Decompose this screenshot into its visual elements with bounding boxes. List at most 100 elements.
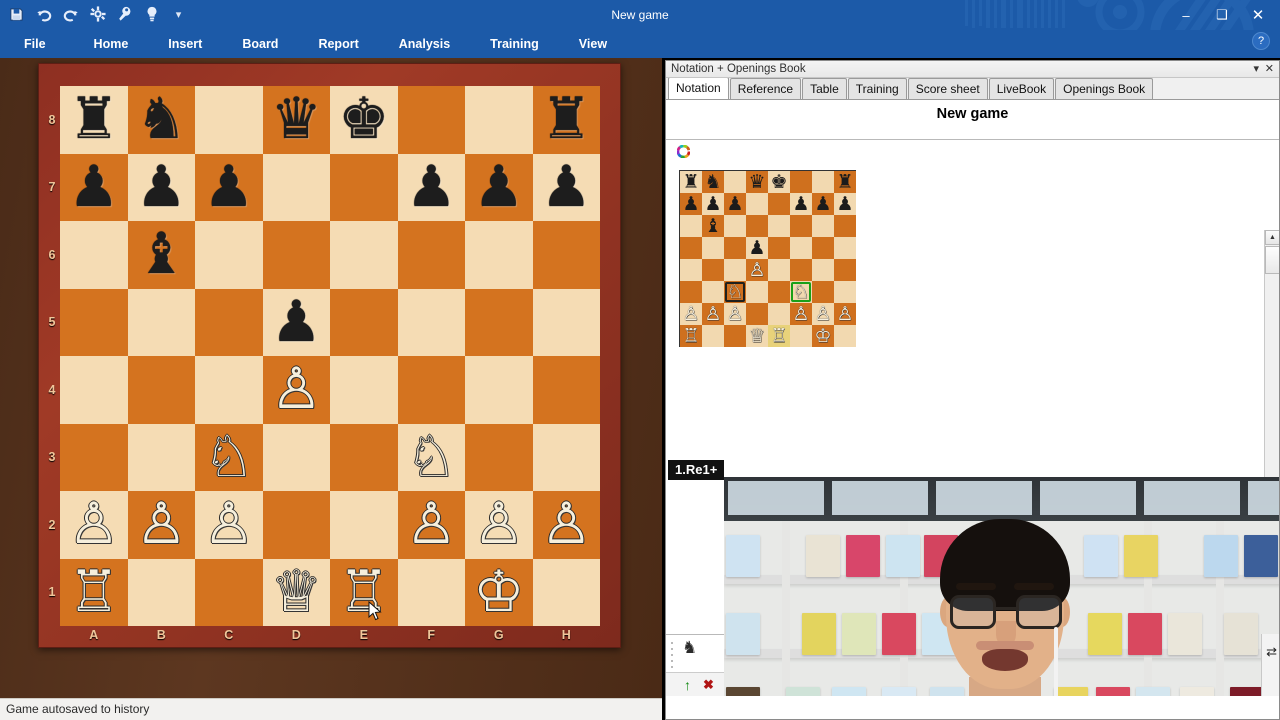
minimize-button[interactable]: – <box>1168 2 1204 28</box>
move-annotation-badge[interactable]: 1.Re1+ <box>668 460 725 480</box>
mini-square-g5[interactable] <box>812 237 834 259</box>
mini-square-b3[interactable] <box>702 281 724 303</box>
mini-square-b8[interactable]: ♞ <box>702 171 724 193</box>
board-square-g7[interactable]: ♟ <box>465 153 533 221</box>
mini-square-e2[interactable] <box>768 303 790 325</box>
piece-P-g2[interactable]: ♙ <box>473 496 524 553</box>
board-square-d7[interactable] <box>262 153 330 221</box>
promote-variation-icon[interactable]: ↑ <box>684 677 691 693</box>
board-square-e7[interactable] <box>330 153 398 221</box>
mini-square-e7[interactable] <box>768 193 790 215</box>
piece-r-h8[interactable]: ♜ <box>836 173 853 192</box>
board-square-d5[interactable]: ♟ <box>262 288 330 356</box>
chevron-down-icon[interactable]: ▾ <box>170 6 187 23</box>
piece-P-g2[interactable]: ♙ <box>814 305 831 324</box>
piece-R-a1[interactable]: ♖ <box>68 563 119 621</box>
swap-icon[interactable]: ⇄ <box>1266 644 1277 660</box>
mini-square-g6[interactable] <box>812 215 834 237</box>
board-square-b6[interactable]: ♝ <box>127 221 195 289</box>
mini-square-f2[interactable]: ♙ <box>790 303 812 325</box>
mini-square-e6[interactable] <box>768 215 790 237</box>
piece-k-e8[interactable]: ♚ <box>770 173 787 192</box>
tab-livebook[interactable]: LiveBook <box>988 78 1055 99</box>
tab-reference[interactable]: Reference <box>729 78 802 99</box>
ribbon-tab-insert[interactable]: Insert <box>160 30 210 58</box>
mini-square-e5[interactable] <box>768 237 790 259</box>
mini-square-h7[interactable]: ♟ <box>834 193 856 215</box>
ribbon-tab-file[interactable]: File <box>16 30 54 58</box>
piece-b-b6[interactable]: ♝ <box>136 226 187 283</box>
mini-square-e4[interactable] <box>768 259 790 281</box>
piece-Q-d1[interactable]: ♕ <box>271 563 322 621</box>
board-square-a8[interactable]: ♜ <box>60 86 128 154</box>
board-square-a2[interactable]: ♙ <box>60 491 128 559</box>
mini-square-b6[interactable]: ♝ <box>702 215 724 237</box>
piece-p-d5[interactable]: ♟ <box>271 293 322 351</box>
piece-k-e8[interactable]: ♚ <box>338 91 389 148</box>
mini-square-d8[interactable]: ♛ <box>746 171 768 193</box>
board-square-b4[interactable] <box>127 356 195 424</box>
piece-q-d8[interactable]: ♛ <box>748 173 765 192</box>
board-square-h3[interactable] <box>532 423 600 491</box>
board-square-a7[interactable]: ♟ <box>60 153 128 221</box>
mini-square-g1[interactable]: ♔ <box>812 325 834 347</box>
piece-P-d4[interactable]: ♙ <box>748 261 765 280</box>
piece-p-g7[interactable]: ♟ <box>473 158 524 216</box>
board-square-a5[interactable] <box>60 288 128 356</box>
board-square-g6[interactable] <box>465 221 533 289</box>
mini-square-b7[interactable]: ♟ <box>702 193 724 215</box>
mini-square-g7[interactable]: ♟ <box>812 193 834 215</box>
piece-p-c7[interactable]: ♟ <box>726 195 743 214</box>
mini-square-d5[interactable]: ♟ <box>746 237 768 259</box>
piece-p-f7[interactable]: ♟ <box>406 158 457 216</box>
mini-square-a2[interactable]: ♙ <box>680 303 702 325</box>
board-square-e3[interactable] <box>330 423 398 491</box>
scroll-up-arrow-icon[interactable]: ▲ <box>1265 230 1279 245</box>
mini-square-e8[interactable]: ♚ <box>768 171 790 193</box>
notation-content[interactable]: ♜ ♞ ♛ ♚ ♜ ♟ ♟ ♟ ♟ ♟ ♟ ♝ ♟ ♙ ♘ ♘ ♙ ♙ ♙ ♙ ♙ ♙ ♖ ♕ ♖ ♔ 1.Re1+ <box>666 140 1279 696</box>
board-square-h7[interactable]: ♟ <box>532 153 600 221</box>
ribbon-tab-view[interactable]: View <box>571 30 615 58</box>
webcam-video-overlay[interactable] <box>724 477 1279 696</box>
mini-square-f3[interactable]: ♘ <box>790 281 812 303</box>
board-square-f3[interactable]: ♘ <box>397 423 465 491</box>
board-square-g4[interactable] <box>465 356 533 424</box>
tab-table[interactable]: Table <box>802 78 847 99</box>
mini-square-h5[interactable] <box>834 237 856 259</box>
piece-R-a1[interactable]: ♖ <box>682 327 699 346</box>
board-square-h4[interactable] <box>532 356 600 424</box>
board-square-a3[interactable] <box>60 423 128 491</box>
mini-square-c6[interactable] <box>724 215 746 237</box>
mini-square-b4[interactable] <box>702 259 724 281</box>
mini-square-c8[interactable] <box>724 171 746 193</box>
piece-n-b8[interactable]: ♞ <box>136 91 187 148</box>
tab-training[interactable]: Training <box>847 78 907 99</box>
mini-square-d7[interactable] <box>746 193 768 215</box>
board-square-g5[interactable] <box>465 288 533 356</box>
mini-square-d2[interactable] <box>746 303 768 325</box>
piece-p-c7[interactable]: ♟ <box>203 158 254 216</box>
mini-square-a1[interactable]: ♖ <box>680 325 702 347</box>
board-square-c2[interactable]: ♙ <box>195 491 263 559</box>
board-square-d1[interactable]: ♕ <box>262 558 330 626</box>
mini-square-b2[interactable]: ♙ <box>702 303 724 325</box>
board-square-h2[interactable]: ♙ <box>532 491 600 559</box>
redo-icon[interactable] <box>62 6 79 23</box>
mini-square-h1[interactable] <box>834 325 856 347</box>
mini-square-a7[interactable]: ♟ <box>680 193 702 215</box>
mini-square-g2[interactable]: ♙ <box>812 303 834 325</box>
piece-P-f2[interactable]: ♙ <box>406 496 457 553</box>
piece-R-e1[interactable]: ♖ <box>770 327 787 346</box>
knight-icon[interactable]: ♞ <box>682 638 697 658</box>
board-square-c1[interactable] <box>195 558 263 626</box>
board-square-g8[interactable] <box>465 86 533 154</box>
board-square-h6[interactable] <box>532 221 600 289</box>
board-square-c8[interactable] <box>195 86 263 154</box>
mini-square-h4[interactable] <box>834 259 856 281</box>
board-square-b7[interactable]: ♟ <box>127 153 195 221</box>
board-square-g3[interactable] <box>465 423 533 491</box>
mini-square-d6[interactable] <box>746 215 768 237</box>
board-square-f4[interactable] <box>397 356 465 424</box>
mini-square-g3[interactable] <box>812 281 834 303</box>
board-square-b2[interactable]: ♙ <box>127 491 195 559</box>
